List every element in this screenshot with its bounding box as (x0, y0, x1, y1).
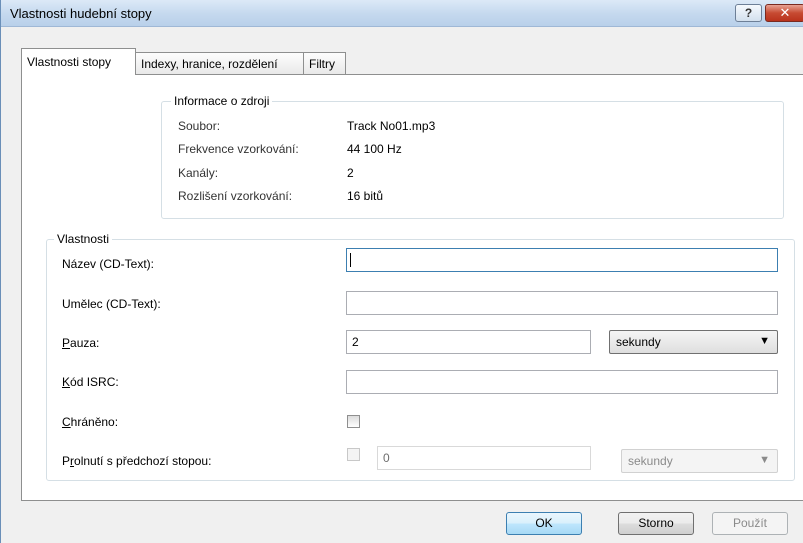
text-caret (350, 253, 351, 267)
properties-title: Vlastnosti (54, 232, 113, 246)
properties-group (46, 239, 795, 481)
crossfade-unit-select[interactable]: sekundy ▼ (621, 449, 778, 473)
bit-depth-label: Rozlišení vzorkování: (178, 189, 293, 203)
help-button[interactable]: ? (735, 4, 762, 22)
dialog-window: Vlastnosti hudební stopy ? ✕ Indexy, hra… (0, 0, 803, 543)
artist-label: Umělec (CD-Text): (62, 297, 161, 311)
crossfade-label-pre: P (62, 454, 71, 468)
protected-label-accel: C (62, 415, 71, 429)
isrc-label-accel: K (62, 375, 71, 389)
tab-track-properties[interactable]: Vlastnosti stopy (21, 48, 136, 75)
pause-label-text: auza: (70, 336, 100, 350)
ok-button[interactable]: OK (506, 512, 582, 535)
source-info-title: Informace o zdroji (171, 94, 273, 108)
pause-unit-value: sekundy (616, 335, 661, 349)
pause-input[interactable]: 2 (346, 330, 591, 354)
sample-rate-value: 44 100 Hz (347, 142, 402, 156)
tab-panel: Informace o zdroji Soubor: Track No01.mp… (21, 74, 803, 501)
title-bar: Vlastnosti hudební stopy ? ✕ (1, 0, 803, 27)
pause-input-value: 2 (352, 335, 359, 349)
apply-button[interactable]: Použít (712, 512, 788, 535)
channels-label: Kanály: (178, 166, 219, 180)
tab-filters[interactable]: Filtry (303, 52, 346, 74)
tab-track-properties-label: Vlastnosti stopy (27, 55, 112, 69)
protected-checkbox[interactable] (347, 415, 360, 428)
bit-depth-value: 16 bitů (347, 189, 384, 203)
crossfade-label: Prolnutí s předchozí stopou: (62, 454, 211, 468)
crossfade-checkbox[interactable] (347, 448, 360, 461)
isrc-label: Kód ISRC: (62, 375, 119, 389)
close-button[interactable]: ✕ (765, 4, 803, 22)
protected-label-text: hráněno: (70, 415, 119, 429)
tab-indexes-label: Indexy, hranice, rozdělení (141, 57, 278, 71)
crossfade-label-text: olnutí s předchozí stopou: (74, 454, 212, 468)
crossfade-input-value: 0 (383, 451, 390, 465)
channels-value: 2 (347, 166, 354, 180)
artist-input[interactable] (346, 291, 778, 315)
pause-label: Pauza: (62, 336, 99, 350)
chevron-down-icon: ▼ (759, 335, 770, 347)
window-title: Vlastnosti hudební stopy (10, 6, 152, 21)
chevron-down-icon: ▼ (759, 454, 770, 466)
tab-filters-label: Filtry (309, 57, 335, 71)
pause-label-accel: P (62, 336, 71, 350)
crossfade-unit-value: sekundy (628, 454, 673, 468)
tab-indexes[interactable]: Indexy, hranice, rozdělení (135, 52, 304, 74)
file-label: Soubor: (178, 119, 221, 133)
isrc-input[interactable] (346, 370, 778, 394)
crossfade-input[interactable]: 0 (377, 446, 591, 470)
name-label: Název (CD-Text): (62, 257, 155, 271)
name-input[interactable] (346, 248, 778, 272)
file-value: Track No01.mp3 (347, 119, 436, 133)
isrc-label-text: ód ISRC: (70, 375, 119, 389)
pause-unit-select[interactable]: sekundy ▼ (609, 330, 778, 354)
sample-rate-label: Frekvence vzorkování: (178, 142, 299, 156)
protected-label: Chráněno: (62, 415, 118, 429)
cancel-button[interactable]: Storno (618, 512, 694, 535)
